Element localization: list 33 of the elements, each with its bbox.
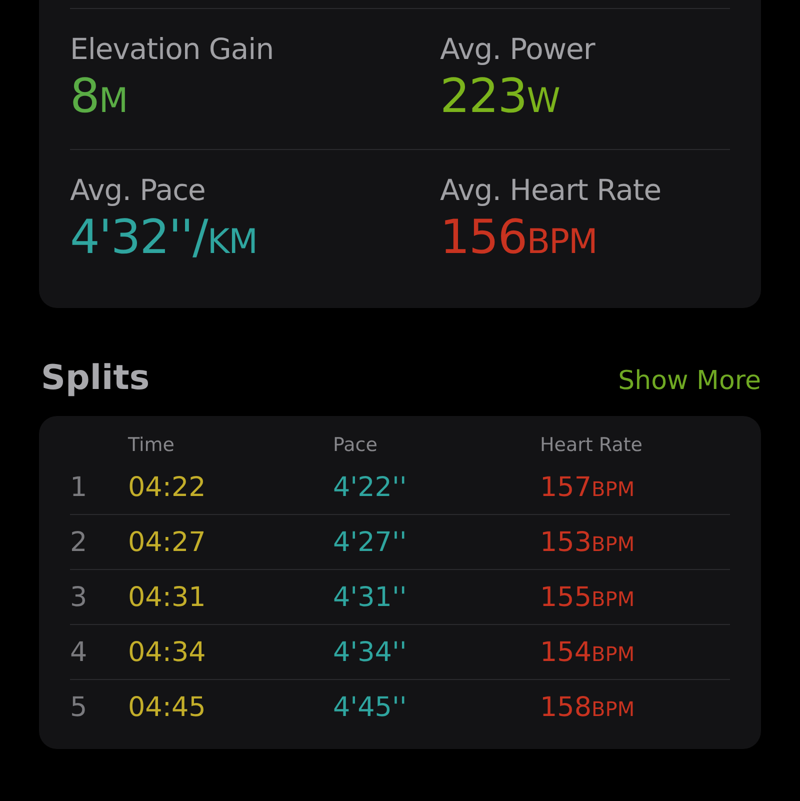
- split-number: 3: [70, 582, 88, 612]
- split-pace: 4'31'': [333, 582, 408, 612]
- split-heart-rate: 153BPM: [540, 526, 636, 558]
- split-heart-rate: 157BPM: [540, 472, 636, 502]
- split-pace: 4'27'': [333, 526, 408, 558]
- split-heart-rate: 154BPM: [540, 636, 636, 668]
- split-time: 04:31: [128, 582, 207, 612]
- column-header: Heart Rate: [540, 434, 644, 456]
- stat-label: Avg. Pace: [70, 172, 206, 208]
- stat-value: 4'32''/KM: [70, 209, 258, 267]
- split-number: 5: [70, 692, 88, 722]
- stat-value: 8M: [70, 68, 128, 126]
- split-pace: 4'22'': [333, 472, 408, 502]
- split-time: 04:34: [128, 636, 207, 668]
- stat-label: Elevation Gain: [70, 31, 275, 67]
- column-header: Time: [128, 434, 176, 456]
- split-time: 04:22: [128, 472, 207, 502]
- stat-label: Avg. Heart Rate: [440, 172, 662, 208]
- split-heart-rate: 155BPM: [540, 582, 636, 612]
- column-header: Pace: [333, 434, 378, 456]
- section-title: Splits: [41, 358, 150, 398]
- stat-label: Avg. Power: [440, 31, 596, 67]
- split-time: 04:45: [128, 692, 207, 722]
- split-heart-rate: 158BPM: [540, 692, 636, 722]
- split-number: 4: [70, 636, 88, 668]
- split-time: 04:27: [128, 526, 207, 558]
- stat-value: 223W: [440, 68, 560, 126]
- split-pace: 4'34'': [333, 636, 408, 668]
- split-pace: 4'45'': [333, 692, 408, 722]
- split-number: 2: [70, 526, 88, 558]
- split-number: 1: [70, 472, 88, 502]
- stat-value: 156BPM: [440, 209, 598, 267]
- show-more-link[interactable]: Show More: [618, 366, 761, 396]
